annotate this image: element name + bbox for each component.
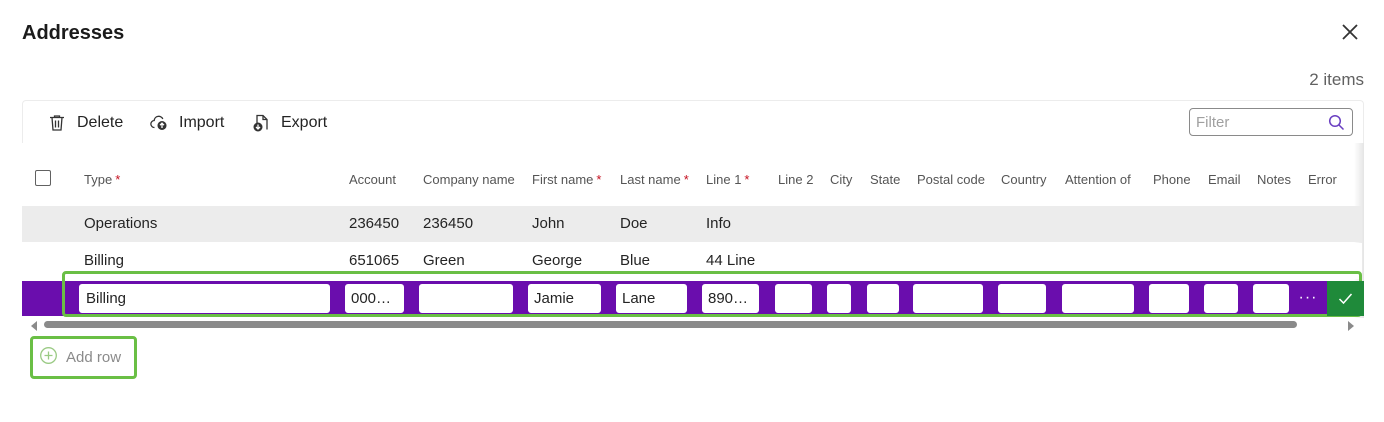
cell-last-name: Blue [620,252,651,269]
column-header-last-name[interactable]: Last name * [620,172,689,187]
type-select[interactable]: Billing [79,284,330,313]
column-header-notes[interactable]: Notes [1257,172,1291,187]
type-select-value: Billing [86,290,127,307]
required-marker: * [744,172,750,187]
search-icon[interactable] [1328,114,1345,136]
first-name-input[interactable]: Jamie [528,284,601,313]
column-label: First name [532,172,594,187]
cell-account: 236450 [349,215,400,232]
dialog-title: Addresses [22,22,125,44]
column-header-first-name[interactable]: First name * [532,172,601,187]
cell-first-name: John [532,215,565,232]
delete-button[interactable]: Delete [47,109,123,137]
trash-icon [47,113,67,133]
column-header-country[interactable]: Country [1001,172,1047,187]
column-label: Notes [1257,172,1291,187]
column-header-error[interactable]: Error [1308,172,1337,187]
city-input[interactable] [827,284,851,313]
import-button[interactable]: Import [149,109,224,137]
cell-last-name: Doe [620,215,648,232]
line1-input[interactable]: 8900... [702,284,759,313]
column-header-attention-of[interactable]: Attention of [1065,172,1131,187]
column-label: Line 1 [706,172,742,187]
country-input[interactable] [998,284,1046,313]
cell-company: Green [423,252,465,269]
add-row-button[interactable]: Add row [30,336,137,379]
column-header-account[interactable]: Account [349,172,396,187]
column-label: Phone [1153,172,1191,187]
column-label: Account [349,172,396,187]
horizontal-scrollbar-thumb[interactable] [44,321,1297,328]
column-header-email[interactable]: Email [1208,172,1241,187]
column-label: Country [1001,172,1047,187]
column-header-type[interactable]: Type * [84,172,120,187]
column-label: Type [84,172,113,187]
export-label: Export [281,114,328,131]
notes-input[interactable] [1253,284,1289,313]
cell-account: 651065 [349,252,400,269]
select-all-checkbox[interactable] [35,170,51,186]
column-header-city[interactable]: City [830,172,852,187]
confirm-row-button[interactable] [1327,281,1364,316]
state-input[interactable] [867,284,899,313]
cell-line1: Info [706,215,732,232]
table-row[interactable]: Operations 236450 236450 John Doe Info [22,206,1362,242]
required-marker: * [115,172,121,187]
postal-code-input[interactable] [913,284,983,313]
export-button[interactable]: Export [251,109,327,137]
phone-input[interactable] [1149,284,1189,313]
cell-company: 236450 [423,215,474,232]
last-name-input[interactable]: Lane [616,284,687,313]
column-label: Postal code [917,172,985,187]
toolbar: Delete Import Export [22,100,1364,143]
cell-type: Billing [84,252,125,269]
column-header-line2[interactable]: Line 2 [778,172,813,187]
column-label: Company name [423,172,515,187]
column-header-postal-code[interactable]: Postal code [917,172,985,187]
add-row-label: Add row [66,349,122,366]
filter-input[interactable] [1196,112,1321,132]
column-label: Last name [620,172,681,187]
column-header-phone[interactable]: Phone [1153,172,1191,187]
line2-input[interactable] [775,284,812,313]
column-label: Email [1208,172,1241,187]
column-label: Line 2 [778,172,814,187]
column-header-state[interactable]: State [870,172,900,187]
delete-label: Delete [77,114,124,131]
plus-circle-icon [39,346,58,370]
column-label: Error [1308,172,1337,187]
column-label: State [870,172,901,187]
scroll-left-arrow[interactable] [30,318,38,336]
close-icon[interactable] [1336,18,1364,46]
account-input[interactable]: 000900 [345,284,404,313]
cloud-upload-icon [149,113,169,133]
more-options-button[interactable]: ··· [1295,284,1321,313]
import-label: Import [179,114,225,131]
column-label: City [830,172,853,187]
cell-type: Operations [84,215,158,232]
required-marker: * [596,172,602,187]
column-header-line1[interactable]: Line 1 * [706,172,749,187]
company-name-input[interactable] [419,284,513,313]
required-marker: * [683,172,689,187]
scroll-right-arrow[interactable] [1347,318,1355,336]
email-input[interactable] [1204,284,1238,313]
cell-line1: 44 Line [706,252,756,269]
column-header-company-name[interactable]: Company name [423,172,515,187]
filter-box [1189,108,1353,136]
cell-first-name: George [532,252,583,269]
item-count: 2 items [1309,70,1364,89]
column-label: Attention of [1065,172,1131,187]
attention-of-input[interactable] [1062,284,1134,313]
export-file-icon [251,113,271,133]
